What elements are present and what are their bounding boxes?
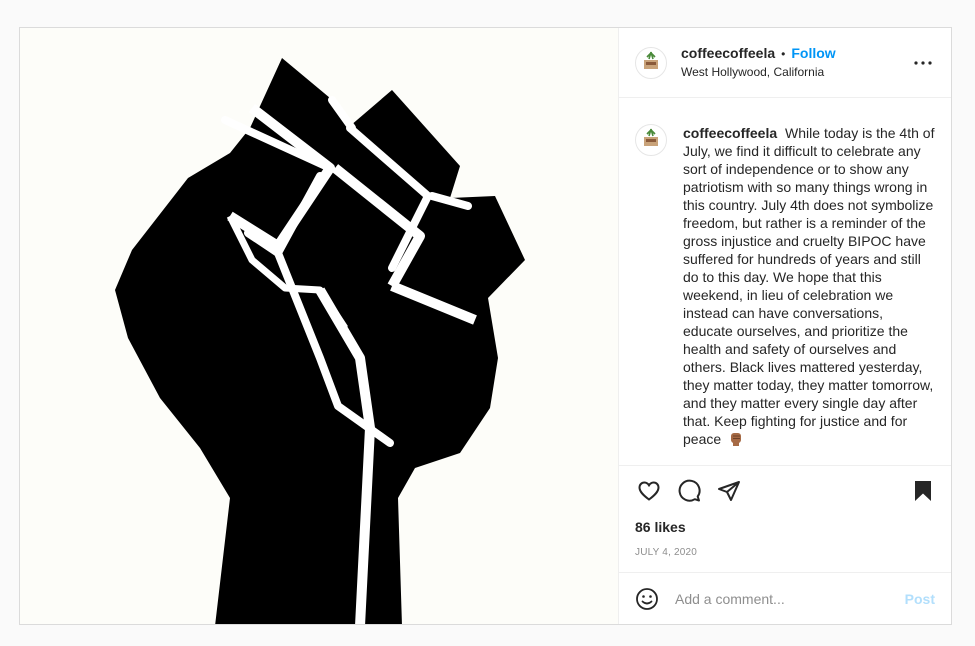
emoji-button[interactable] [635,587,659,611]
post-image[interactable] [20,28,619,624]
user-line: coffeecoffeela • Follow [681,45,836,63]
avatar-logo-icon [644,128,658,146]
more-options-button[interactable] [913,55,933,71]
post-header: coffeecoffeela • Follow West Hollywood, … [619,28,951,98]
follow-button[interactable]: Follow [791,45,835,63]
bookmark-icon [915,481,931,501]
comment-button[interactable] [675,477,703,505]
comment-input[interactable] [673,589,905,608]
post-date[interactable]: JULY 4, 2020 [619,535,951,572]
more-horizontal-icon [914,61,932,65]
share-button[interactable] [715,477,743,505]
raised-fist-emoji-icon [728,431,744,451]
comment-box: Post [619,572,951,624]
header-text: coffeecoffeela • Follow West Hollywood, … [681,45,836,80]
location-link[interactable]: West Hollywood, California [681,65,836,80]
caption-text: While today is the 4th of July, we find … [683,125,935,447]
separator-dot: • [781,46,786,61]
heart-icon [638,481,660,501]
caption-username[interactable]: coffeecoffeela [683,125,777,141]
save-button[interactable] [909,477,937,505]
share-icon [718,481,740,501]
like-button[interactable] [635,477,663,505]
action-bar [619,466,951,516]
raised-fist-image [115,58,525,624]
header-username[interactable]: coffeecoffeela [681,45,775,63]
caption-area: coffeecoffeela While today is the 4th of… [619,98,951,466]
caption-avatar[interactable] [635,124,667,156]
comment-icon [678,479,701,502]
likes-count[interactable]: 86 likes [619,516,951,535]
post-panel: coffeecoffeela • Follow West Hollywood, … [619,28,951,624]
smiley-icon [636,587,658,610]
caption: coffeecoffeela While today is the 4th of… [683,124,935,465]
avatar-logo-icon [644,51,658,69]
fist-shape [115,58,525,624]
avatar[interactable] [635,46,667,79]
post-comment-button[interactable]: Post [905,591,935,607]
post-card: coffeecoffeela • Follow West Hollywood, … [19,27,952,625]
